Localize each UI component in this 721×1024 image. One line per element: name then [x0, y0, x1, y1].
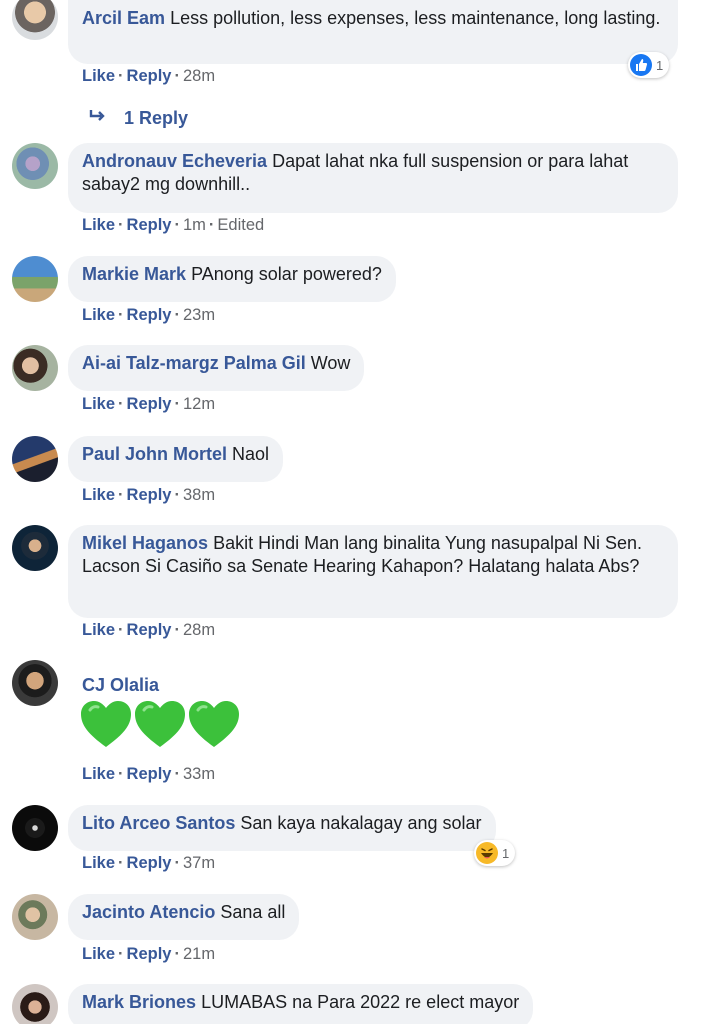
comment-bubble: Lito Arceo Santos San kaya nakalagay ang… — [68, 805, 496, 851]
comment-text: Less pollution, less expenses, less main… — [170, 8, 661, 28]
reply-link[interactable]: Reply — [127, 486, 172, 504]
like-link[interactable]: Like — [82, 945, 115, 963]
reply-link[interactable]: Reply — [127, 216, 172, 234]
comment-author[interactable]: CJ Olalia — [82, 675, 159, 695]
reply-link[interactable]: Reply — [127, 306, 172, 324]
like-link[interactable]: Like — [82, 854, 115, 872]
emoji-hearts — [80, 700, 240, 750]
comment-timestamp[interactable]: 23m — [183, 306, 215, 324]
comment-author[interactable]: Andronauv Echeveria — [82, 151, 267, 171]
comment-actions: Like · Reply · 23m — [82, 306, 216, 324]
like-link[interactable]: Like — [82, 621, 115, 639]
comment-bubble: Jacinto Atencio Sana all — [68, 894, 300, 940]
green-heart-icon — [81, 701, 131, 747]
comment-bubble: Markie Mark PAnong solar powered? — [68, 256, 396, 302]
green-heart-icon — [135, 701, 185, 747]
comment-bubble: Mikel Haganos Bakit Hindi Man lang binal… — [68, 525, 678, 618]
comment-text: PAnong solar powered? — [191, 264, 382, 284]
reply-link[interactable]: Reply — [127, 395, 172, 413]
comment-author[interactable]: Ai-ai Talz-margz Palma Gil — [82, 353, 306, 373]
comment-actions: Like · Reply · 33m — [82, 765, 216, 783]
comment-timestamp[interactable]: 38m — [183, 486, 215, 504]
avatar[interactable] — [12, 0, 58, 40]
comment-text: San kaya nakalagay ang solar — [240, 813, 482, 833]
comment-timestamp[interactable]: 37m — [183, 854, 215, 872]
reply-link[interactable]: Reply — [127, 621, 172, 639]
comment-author[interactable]: Paul John Mortel — [82, 444, 227, 464]
reaction-badge[interactable]: 1 — [474, 840, 516, 866]
avatar[interactable] — [12, 436, 58, 482]
reply-arrow-icon — [88, 108, 108, 129]
comment-text: Naol — [232, 444, 270, 464]
comment-author[interactable]: Mark Briones — [82, 992, 196, 1012]
comment-actions: Like · Reply · 38m — [82, 486, 216, 504]
comment-author[interactable]: Jacinto Atencio — [82, 902, 215, 922]
avatar[interactable] — [12, 984, 58, 1024]
like-reaction-icon — [630, 54, 652, 76]
like-link[interactable]: Like — [82, 395, 115, 413]
comment-actions: Like · Reply · 1m · Edited — [82, 216, 265, 234]
comment-author[interactable]: Mikel Haganos — [82, 533, 208, 553]
reply-link[interactable]: Reply — [127, 945, 172, 963]
like-link[interactable]: Like — [82, 486, 115, 504]
comment-timestamp[interactable]: 28m — [183, 67, 215, 85]
like-link[interactable]: Like — [82, 306, 115, 324]
comment-timestamp[interactable]: 21m — [183, 945, 215, 963]
replies-count-label[interactable]: 1 Reply — [124, 108, 188, 129]
avatar[interactable] — [12, 345, 58, 391]
reaction-count: 1 — [656, 57, 664, 73]
comment-actions: Like · Reply · 12m — [82, 395, 216, 413]
avatar[interactable] — [12, 660, 58, 706]
comment-bubble: Arcil Eam Less pollution, less expenses,… — [68, 0, 678, 64]
comment-bubble: Ai-ai Talz-margz Palma Gil Wow — [68, 345, 365, 391]
reaction-badge[interactable]: 1 — [628, 52, 670, 78]
avatar[interactable] — [12, 894, 58, 940]
green-heart-icon — [189, 701, 239, 747]
comment-author[interactable]: Markie Mark — [82, 264, 186, 284]
like-link[interactable]: Like — [82, 67, 115, 85]
comment-timestamp[interactable]: 12m — [183, 395, 215, 413]
haha-reaction-icon — [476, 842, 498, 864]
comment-timestamp[interactable]: 1m — [183, 216, 206, 234]
avatar[interactable] — [12, 805, 58, 851]
comment-timestamp[interactable]: 28m — [183, 621, 215, 639]
reply-link[interactable]: Reply — [127, 765, 172, 783]
comment-bubble: Andronauv Echeveria Dapat lahat nka full… — [68, 143, 678, 213]
edited-label: Edited — [217, 216, 265, 234]
like-link[interactable]: Like — [82, 216, 115, 234]
comment-actions: Like · Reply · 28m — [82, 67, 216, 85]
reply-link[interactable]: Reply — [127, 854, 172, 872]
comment-bubble: Paul John Mortel Naol — [68, 436, 284, 482]
comment-author[interactable]: Arcil Eam — [82, 8, 165, 28]
comment-text: LUMABAS na Para 2022 re elect mayor — [201, 992, 520, 1012]
comment-author[interactable]: Lito Arceo Santos — [82, 813, 235, 833]
comment-actions: Like · Reply · 28m — [82, 621, 216, 639]
comment-actions: Like · Reply · 37m — [82, 854, 216, 872]
reply-link[interactable]: Reply — [127, 67, 172, 85]
reaction-count: 1 — [502, 845, 510, 861]
avatar[interactable] — [12, 256, 58, 302]
avatar[interactable] — [12, 143, 58, 189]
comment-actions: Like · Reply · 21m — [82, 945, 216, 963]
like-link[interactable]: Like — [82, 765, 115, 783]
comment-text: Sana all — [220, 902, 286, 922]
comment-timestamp[interactable]: 33m — [183, 765, 215, 783]
view-replies-link[interactable]: 1 Reply — [88, 108, 188, 129]
avatar[interactable] — [12, 525, 58, 571]
comment-bubble: Mark Briones LUMABAS na Para 2022 re ele… — [68, 984, 534, 1024]
comment-text: Wow — [310, 353, 351, 373]
